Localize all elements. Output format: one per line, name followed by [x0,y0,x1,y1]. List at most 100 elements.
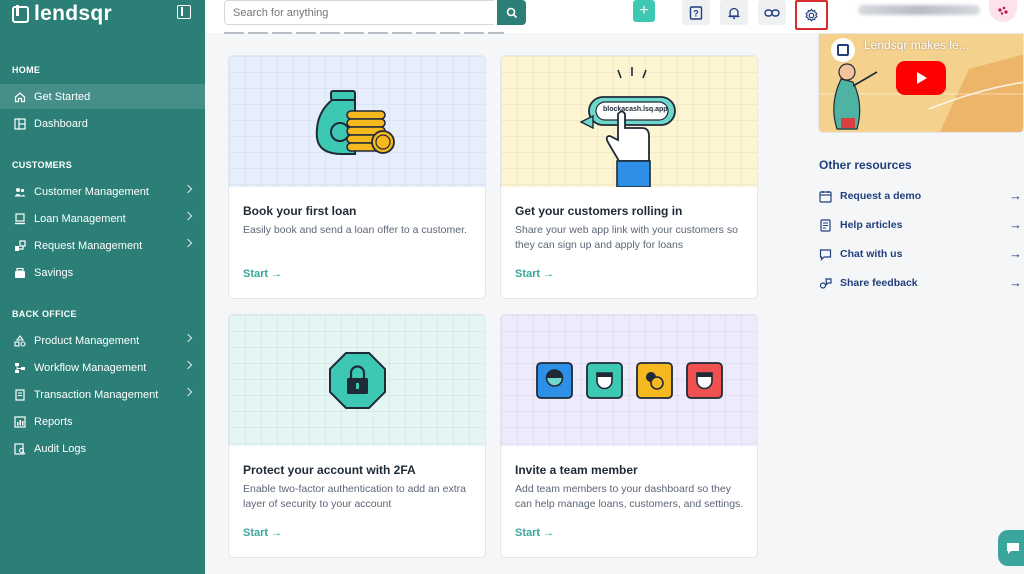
collapse-sidebar-icon[interactable] [177,5,191,19]
sidebar-item-reports[interactable]: Reports [0,409,205,434]
sidebar-item-label: Savings [34,266,74,279]
chevron-right-icon [183,211,193,221]
resource-help-articles[interactable]: Help articles → [819,216,1024,234]
transaction-icon [14,388,26,401]
play-icon [917,72,927,84]
help-book-icon: ? [689,5,703,20]
arrow-right-icon: → [1009,217,1022,232]
search-button[interactable] [497,0,526,25]
arrow-right-icon: → [271,268,283,280]
card-title: Book your first loan [243,204,357,218]
sidebar-item-label: Product Management [34,334,140,347]
play-button[interactable] [896,61,946,95]
product-icon [14,334,26,347]
users-icon [14,186,26,198]
sidebar-item-get-started[interactable]: Get Started [0,84,205,109]
loan-icon [14,212,26,225]
settings-button[interactable] [795,0,828,30]
sidebar-item-product-management[interactable]: Product Management [0,328,205,353]
chat-widget-button[interactable] [998,530,1024,566]
chat-bubble-icon [1007,543,1019,554]
user-name-blurred[interactable] [858,5,980,15]
arrow-right-icon: → [1009,246,1022,261]
resource-label: Share feedback [840,277,918,289]
card-illustration: blockacash.lsq.app [501,56,757,188]
sidebar-item-audit-logs[interactable]: Audit Logs [0,436,205,461]
calendar-icon [819,190,832,203]
svg-text:?: ? [693,8,699,18]
arrow-right-icon: → [1009,275,1022,290]
search-icon [506,7,517,18]
article-icon [820,218,831,232]
sidebar-item-customer-management[interactable]: Customer Management [0,179,205,204]
card-invite-team: Invite a team member Add team members to… [500,314,758,558]
reports-icon [14,415,26,428]
logo-text: lendsqr [34,2,112,25]
channel-logo-icon [831,38,855,62]
resource-label: Chat with us [840,248,903,260]
web-app-url: blockacash.lsq.app [603,106,668,113]
audit-icon [14,442,26,455]
section-heading-back-office: BACK OFFICE [12,309,77,319]
card-illustration [501,315,757,446]
chevron-right-icon [183,333,193,343]
chevron-right-icon [183,387,193,397]
search-input[interactable] [224,0,494,25]
gear-icon [805,7,818,22]
sidebar-item-loan-management[interactable]: Loan Management [0,206,205,231]
sidebar-header: lendsqr [0,0,205,26]
link-icon [764,8,780,17]
sidebar-item-label: Loan Management [34,212,126,225]
sidebar: lendsqr HOME Get Started Dashboard CUSTO… [0,0,205,574]
card-description: Add team members to your dashboard so th… [515,483,744,510]
card-book-loan: Book your first loan Easily book and sen… [228,55,486,299]
sidebar-item-label: Dashboard [34,117,88,130]
chevron-right-icon [183,238,193,248]
logo-mark-icon [12,4,29,23]
sidebar-item-request-management[interactable]: Request Management [0,233,205,258]
card-illustration [229,315,485,446]
start-button[interactable]: Start → [515,268,554,280]
help-button[interactable]: ? [682,0,710,25]
sidebar-item-label: Get Started [34,90,91,103]
sidebar-item-label: Customer Management [34,185,149,198]
card-description: Share your web app link with your custom… [515,224,738,251]
lock-shield-icon [329,352,386,409]
sidebar-item-transaction-management[interactable]: Transaction Management [0,382,205,407]
card-2fa: Protect your account with 2FA Enable two… [228,314,486,558]
start-label: Start [515,527,541,539]
arrow-right-icon: → [1009,188,1022,203]
resource-feedback[interactable]: Share feedback → [819,274,1024,292]
sidebar-item-label: Transaction Management [34,388,159,401]
arrow-right-icon: → [271,527,283,539]
sidebar-item-label: Workflow Management [34,361,147,374]
start-label: Start [243,527,269,539]
intro-text-cutoff [224,29,504,37]
workflow-icon [14,362,26,374]
start-button[interactable]: Start → [243,527,282,539]
start-label: Start [515,268,541,280]
chevron-right-icon [183,360,193,370]
card-title: Get your customers rolling in [515,204,683,218]
savings-icon [14,267,26,279]
arrow-right-icon: → [543,268,555,280]
resource-request-demo[interactable]: Request a demo → [819,187,1024,205]
notifications-button[interactable] [720,0,748,25]
resource-chat[interactable]: Chat with us → [819,245,1024,263]
sidebar-item-dashboard[interactable]: Dashboard [0,111,205,136]
logo[interactable]: lendsqr [12,2,112,26]
add-button[interactable]: + [633,0,655,22]
feedback-icon [819,277,832,289]
start-button[interactable]: Start → [243,268,282,280]
section-heading-customers: CUSTOMERS [12,160,73,170]
sidebar-item-workflow-management[interactable]: Workflow Management [0,355,205,380]
start-button[interactable]: Start → [515,527,554,539]
video-thumbnail[interactable]: Lendsqr makes le... [818,33,1024,133]
resource-label: Help articles [840,219,903,231]
link-button[interactable] [758,0,786,25]
chat-icon [819,248,832,261]
chevron-right-icon [183,184,193,194]
card-title: Protect your account with 2FA [243,463,416,477]
sidebar-item-savings[interactable]: Savings [0,260,205,285]
home-icon [14,91,26,103]
